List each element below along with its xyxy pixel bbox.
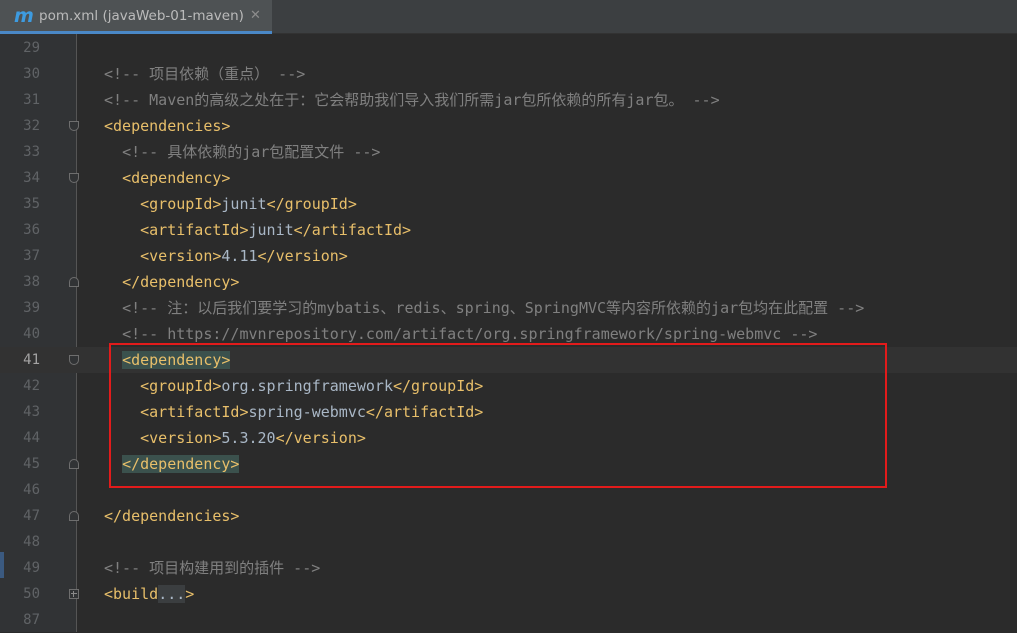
collapse-fold-icon[interactable] [69,121,79,131]
code-text: <build...> [104,581,194,607]
line-number: 35 [23,196,40,212]
collapse-fold-icon[interactable] [69,277,79,287]
line-number: 39 [23,300,40,316]
xml-comment: <!-- 项目构建用到的插件 --> [104,559,321,577]
xml-text: junit [221,195,267,213]
line-number: 32 [23,118,40,134]
folded-region[interactable]: ... [158,585,186,603]
xml-tag: <artifactId> [140,221,249,239]
code-line[interactable]: 50 <build...> [0,581,1017,607]
code-text: <!-- 具体依赖的jar包配置文件 --> [104,139,380,165]
line-number: 34 [23,170,40,186]
code-line[interactable]: 87 [0,607,1017,633]
line-number: 87 [23,612,40,628]
maven-icon: m [14,4,34,27]
xml-comment: <!-- 注：以后我们要学习的mybatis、redis、spring、Spri… [122,299,865,317]
collapse-fold-icon[interactable] [69,511,79,521]
expand-fold-icon[interactable] [69,589,79,599]
code-line[interactable]: 30 <!-- 项目依赖（重点） --> [0,61,1017,87]
close-icon[interactable]: ✕ [250,8,261,23]
code-text: <!-- 注：以后我们要学习的mybatis、redis、spring、Spri… [104,295,864,321]
code-line[interactable]: 35 <groupId>junit</groupId> [0,191,1017,217]
code-text: <version>4.11</version> [104,243,348,269]
code-text: </dependency> [104,269,239,295]
line-number: 47 [23,508,40,524]
code-text: <!-- Maven的高级之处在于：它会帮助我们导入我们所需jar包所依赖的所有… [104,87,720,113]
line-number: 33 [23,144,40,160]
xml-tag: </groupId> [266,195,357,213]
line-number: 46 [23,482,40,498]
xml-tag: <groupId> [140,195,222,213]
line-number: 44 [23,430,40,446]
line-number: 38 [23,274,40,290]
xml-tag: <build [104,585,159,603]
collapse-fold-icon[interactable] [69,355,79,365]
code-line[interactable]: 33 <!-- 具体依赖的jar包配置文件 --> [0,139,1017,165]
line-number: 30 [23,66,40,82]
line-number: 31 [23,92,40,108]
code-text: <!-- 项目构建用到的插件 --> [104,555,320,581]
xml-comment: <!-- Maven的高级之处在于：它会帮助我们导入我们所需jar包所依赖的所有… [104,91,720,109]
code-line[interactable]: 39 <!-- 注：以后我们要学习的mybatis、redis、spring、S… [0,295,1017,321]
line-number: 50 [23,586,40,602]
code-line[interactable]: 29 [0,35,1017,61]
xml-tag: </artifactId> [293,221,412,239]
xml-tag: > [185,585,195,603]
tab-title: pom.xml (javaWeb-01-maven) [39,7,244,24]
line-number: 29 [23,40,40,56]
xml-text: junit [248,221,294,239]
code-text: </dependencies> [104,503,239,529]
code-line[interactable]: 36 <artifactId>junit</artifactId> [0,217,1017,243]
line-number: 49 [23,560,40,576]
highlight-annotation-box [109,343,887,488]
code-line[interactable]: 48 [0,529,1017,555]
line-number: 40 [23,326,40,342]
code-line[interactable]: 31 <!-- Maven的高级之处在于：它会帮助我们导入我们所需jar包所依赖的… [0,87,1017,113]
line-number: 37 [23,248,40,264]
xml-tag: </dependencies> [104,507,240,525]
code-line[interactable]: 32 <dependencies> [0,113,1017,139]
code-line[interactable]: 38 </dependency> [0,269,1017,295]
xml-comment: <!-- https://mvnrepository.com/artifact/… [122,325,818,343]
line-number: 45 [23,456,40,472]
collapse-fold-icon[interactable] [69,459,79,469]
xml-comment: <!-- 项目依赖（重点） --> [104,65,306,83]
code-text: <groupId>junit</groupId> [104,191,357,217]
tab-pom-xml[interactable]: m pom.xml (javaWeb-01-maven) ✕ [0,0,272,34]
line-number: 42 [23,378,40,394]
code-line[interactable]: 34 <dependency> [0,165,1017,191]
line-number: 43 [23,404,40,420]
xml-tag: </dependency> [122,273,240,291]
xml-tag: <version> [140,247,222,265]
line-number: 41 [23,352,40,368]
code-text: <dependency> [104,165,230,191]
code-line[interactable]: 37 <version>4.11</version> [0,243,1017,269]
xml-tag: <dependencies> [104,117,231,135]
collapse-fold-icon[interactable] [69,173,79,183]
line-number: 36 [23,222,40,238]
code-text: <dependencies> [104,113,230,139]
code-line[interactable]: 47 </dependencies> [0,503,1017,529]
code-line[interactable]: 49 <!-- 项目构建用到的插件 --> [0,555,1017,581]
code-text: <artifactId>junit</artifactId> [104,217,411,243]
editor-tab-bar: m pom.xml (javaWeb-01-maven) ✕ [0,0,1017,34]
xml-text: 4.11 [221,247,258,265]
code-text: <!-- 项目依赖（重点） --> [104,61,305,87]
line-number: 48 [23,534,40,550]
xml-tag: <dependency> [122,169,231,187]
xml-tag: </version> [257,247,348,265]
xml-comment: <!-- 具体依赖的jar包配置文件 --> [122,143,381,161]
